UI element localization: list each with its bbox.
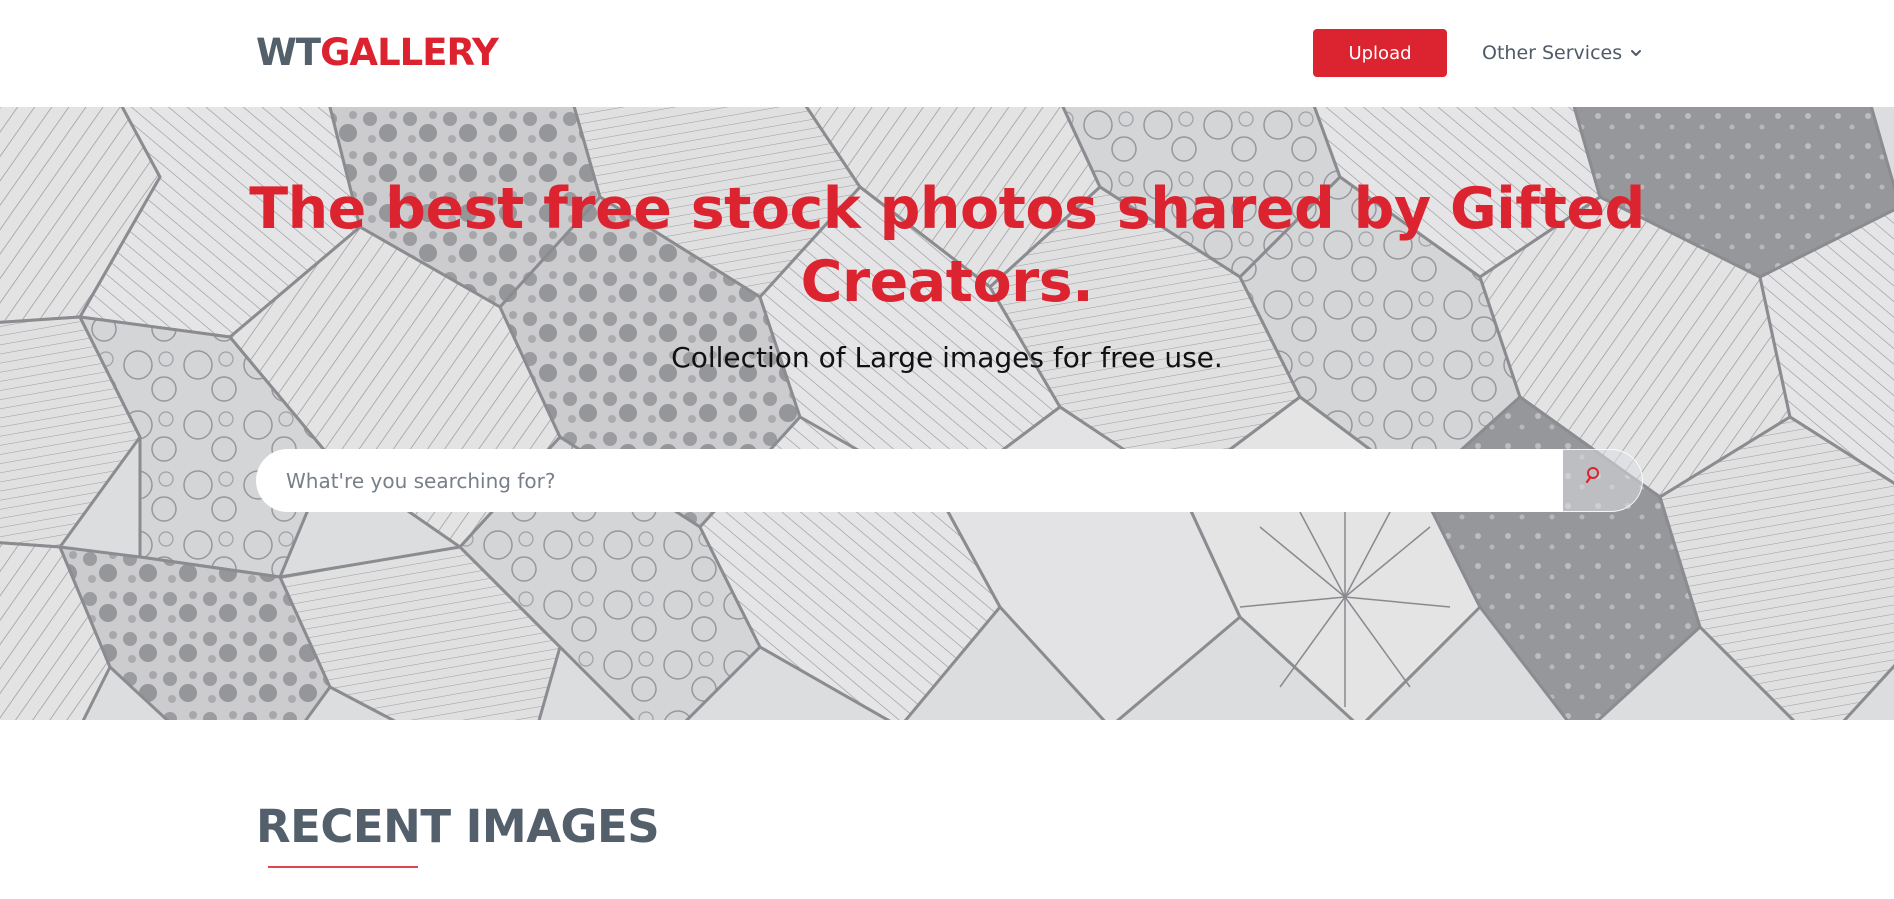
heading-underline xyxy=(268,866,418,868)
upload-button[interactable]: Upload xyxy=(1313,29,1447,77)
other-services-label: Other Services xyxy=(1482,42,1623,64)
chevron-down-icon xyxy=(1631,50,1642,56)
logo-gallery: GALLERY xyxy=(320,31,499,74)
hero-banner: The best free stock photos shared by Gif… xyxy=(0,107,1894,720)
hero-subtitle: Collection of Large images for free use. xyxy=(671,341,1223,374)
search-input[interactable] xyxy=(256,449,1563,512)
site-header: WTGALLERY Upload Other Services xyxy=(0,0,1894,107)
search-button[interactable] xyxy=(1563,449,1643,512)
site-logo[interactable]: WTGALLERY xyxy=(256,30,499,76)
hero-title-line-1: The best free stock photos shared by Gif… xyxy=(249,176,1645,242)
recent-images-heading: RECENT IMAGES xyxy=(256,800,660,853)
search-icon xyxy=(1585,466,1599,483)
other-services-dropdown[interactable]: Other Services xyxy=(1482,29,1642,77)
hero-title: The best free stock photos shared by Gif… xyxy=(0,173,1894,319)
logo-wt: WT xyxy=(256,31,321,74)
hero-title-line-2: Creators. xyxy=(800,249,1094,315)
search-bar xyxy=(256,449,1643,512)
